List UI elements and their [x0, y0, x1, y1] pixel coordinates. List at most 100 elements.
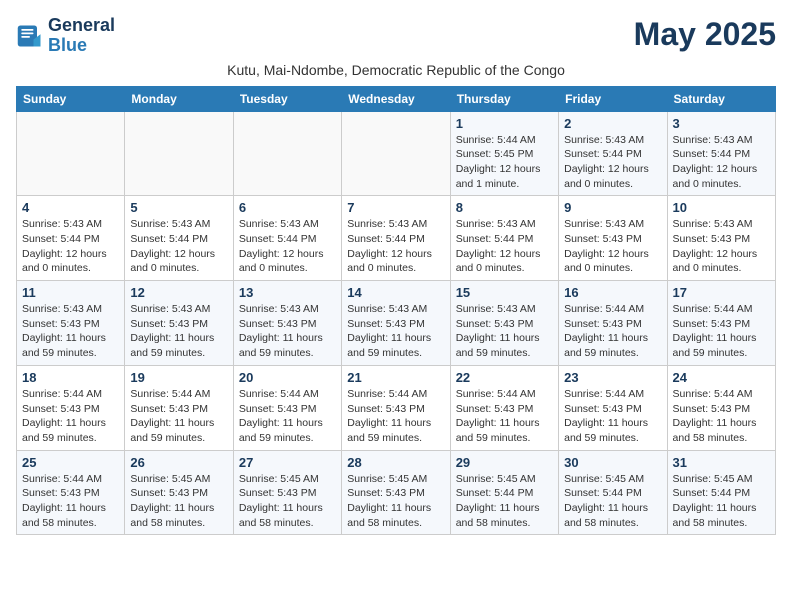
- logo-general: General: [48, 15, 115, 35]
- day-info: Sunrise: 5:44 AM Sunset: 5:43 PM Dayligh…: [564, 387, 661, 446]
- day-number: 12: [130, 285, 227, 300]
- day-info: Sunrise: 5:45 AM Sunset: 5:43 PM Dayligh…: [347, 472, 444, 531]
- calendar-cell: 14 Sunrise: 5:43 AM Sunset: 5:43 PM Dayli…: [342, 281, 450, 366]
- day-info: Sunrise: 5:45 AM Sunset: 5:44 PM Dayligh…: [456, 472, 553, 531]
- calendar-cell: 4 Sunrise: 5:43 AM Sunset: 5:44 PM Daylig…: [17, 196, 125, 281]
- day-number: 21: [347, 370, 444, 385]
- day-number: 3: [673, 116, 770, 131]
- day-info: Sunrise: 5:43 AM Sunset: 5:43 PM Dayligh…: [564, 217, 661, 276]
- calendar-week-4: 18Sunrise: 5:44 AM Sunset: 5:43 PM Dayli…: [17, 365, 776, 450]
- calendar-cell: 13 Sunrise: 5:43 AM Sunset: 5:43 PM Dayli…: [233, 281, 341, 366]
- logo: General Blue: [16, 16, 115, 56]
- calendar-cell: 7 Sunrise: 5:43 AM Sunset: 5:44 PM Daylig…: [342, 196, 450, 281]
- calendar-cell: 9 Sunrise: 5:43 AM Sunset: 5:43 PM Daylig…: [559, 196, 667, 281]
- calendar-cell: 17 Sunrise: 5:44 AM Sunset: 5:43 PM Dayli…: [667, 281, 775, 366]
- location-subtitle: Kutu, Mai-Ndombe, Democratic Republic of…: [16, 62, 776, 78]
- day-info: Sunrise: 5:44 AM Sunset: 5:43 PM Dayligh…: [564, 302, 661, 361]
- day-number: 24: [673, 370, 770, 385]
- day-number: 9: [564, 200, 661, 215]
- day-info: Sunrise: 5:44 AM Sunset: 5:45 PM Dayligh…: [456, 133, 553, 192]
- day-info: Sunrise: 5:43 AM Sunset: 5:44 PM Dayligh…: [239, 217, 336, 276]
- day-info: Sunrise: 5:44 AM Sunset: 5:43 PM Dayligh…: [673, 302, 770, 361]
- calendar-cell: 24 Sunrise: 5:44 AM Sunset: 5:43 PM Dayli…: [667, 365, 775, 450]
- calendar-cell: 20Sunrise: 5:44 AM Sunset: 5:43 PM Dayli…: [233, 365, 341, 450]
- calendar-cell: 31Sunrise: 5:45 AM Sunset: 5:44 PM Dayli…: [667, 450, 775, 535]
- month-title-section: May 2025: [634, 16, 776, 53]
- day-number: 13: [239, 285, 336, 300]
- day-info: Sunrise: 5:43 AM Sunset: 5:43 PM Dayligh…: [239, 302, 336, 361]
- day-number: 1: [456, 116, 553, 131]
- calendar-cell: 12 Sunrise: 5:43 AM Sunset: 5:43 PM Dayli…: [125, 281, 233, 366]
- day-info: Sunrise: 5:43 AM Sunset: 5:43 PM Dayligh…: [347, 302, 444, 361]
- day-number: 10: [673, 200, 770, 215]
- day-info: Sunrise: 5:43 AM Sunset: 5:44 PM Dayligh…: [22, 217, 119, 276]
- calendar-week-3: 11 Sunrise: 5:43 AM Sunset: 5:43 PM Dayli…: [17, 281, 776, 366]
- day-info: Sunrise: 5:43 AM Sunset: 5:43 PM Dayligh…: [673, 217, 770, 276]
- calendar-table: SundayMondayTuesdayWednesdayThursdayFrid…: [16, 86, 776, 536]
- day-info: Sunrise: 5:43 AM Sunset: 5:43 PM Dayligh…: [456, 302, 553, 361]
- calendar-cell: 10 Sunrise: 5:43 AM Sunset: 5:43 PM Dayli…: [667, 196, 775, 281]
- calendar-cell: 5Sunrise: 5:43 AM Sunset: 5:44 PM Daylig…: [125, 196, 233, 281]
- day-number: 2: [564, 116, 661, 131]
- day-info: Sunrise: 5:45 AM Sunset: 5:44 PM Dayligh…: [673, 472, 770, 531]
- weekday-header-row: SundayMondayTuesdayWednesdayThursdayFrid…: [17, 86, 776, 111]
- day-number: 29: [456, 455, 553, 470]
- weekday-header-monday: Monday: [125, 86, 233, 111]
- day-info: Sunrise: 5:44 AM Sunset: 5:43 PM Dayligh…: [456, 387, 553, 446]
- day-number: 17: [673, 285, 770, 300]
- day-number: 14: [347, 285, 444, 300]
- calendar-cell: 6 Sunrise: 5:43 AM Sunset: 5:44 PM Daylig…: [233, 196, 341, 281]
- day-info: Sunrise: 5:43 AM Sunset: 5:44 PM Dayligh…: [564, 133, 661, 192]
- day-number: 5: [130, 200, 227, 215]
- day-number: 19: [130, 370, 227, 385]
- day-info: Sunrise: 5:44 AM Sunset: 5:43 PM Dayligh…: [130, 387, 227, 446]
- weekday-header-thursday: Thursday: [450, 86, 558, 111]
- weekday-header-saturday: Saturday: [667, 86, 775, 111]
- weekday-header-friday: Friday: [559, 86, 667, 111]
- calendar-week-2: 4 Sunrise: 5:43 AM Sunset: 5:44 PM Daylig…: [17, 196, 776, 281]
- day-number: 16: [564, 285, 661, 300]
- calendar-cell: 16 Sunrise: 5:44 AM Sunset: 5:43 PM Dayli…: [559, 281, 667, 366]
- day-info: Sunrise: 5:45 AM Sunset: 5:44 PM Dayligh…: [564, 472, 661, 531]
- calendar-cell: 26Sunrise: 5:45 AM Sunset: 5:43 PM Dayli…: [125, 450, 233, 535]
- calendar-cell: 29 Sunrise: 5:45 AM Sunset: 5:44 PM Dayli…: [450, 450, 558, 535]
- day-number: 23: [564, 370, 661, 385]
- day-number: 26: [130, 455, 227, 470]
- logo-blue: Blue: [48, 35, 87, 55]
- calendar-cell: 1 Sunrise: 5:44 AM Sunset: 5:45 PM Daylig…: [450, 111, 558, 196]
- calendar-cell: 15 Sunrise: 5:43 AM Sunset: 5:43 PM Dayli…: [450, 281, 558, 366]
- month-year-title: May 2025: [634, 16, 776, 53]
- calendar-cell: 22 Sunrise: 5:44 AM Sunset: 5:43 PM Dayli…: [450, 365, 558, 450]
- day-info: Sunrise: 5:45 AM Sunset: 5:43 PM Dayligh…: [239, 472, 336, 531]
- day-info: Sunrise: 5:44 AM Sunset: 5:43 PM Dayligh…: [673, 387, 770, 446]
- day-number: 7: [347, 200, 444, 215]
- day-info: Sunrise: 5:43 AM Sunset: 5:43 PM Dayligh…: [130, 302, 227, 361]
- calendar-week-5: 25 Sunrise: 5:44 AM Sunset: 5:43 PM Dayli…: [17, 450, 776, 535]
- weekday-header-wednesday: Wednesday: [342, 86, 450, 111]
- day-info: Sunrise: 5:43 AM Sunset: 5:44 PM Dayligh…: [673, 133, 770, 192]
- day-number: 22: [456, 370, 553, 385]
- day-info: Sunrise: 5:44 AM Sunset: 5:43 PM Dayligh…: [22, 387, 119, 446]
- logo-icon: [16, 22, 44, 50]
- day-number: 8: [456, 200, 553, 215]
- day-number: 11: [22, 285, 119, 300]
- day-number: 25: [22, 455, 119, 470]
- day-number: 30: [564, 455, 661, 470]
- day-info: Sunrise: 5:43 AM Sunset: 5:43 PM Dayligh…: [22, 302, 119, 361]
- calendar-cell: 27 Sunrise: 5:45 AM Sunset: 5:43 PM Dayli…: [233, 450, 341, 535]
- day-info: Sunrise: 5:44 AM Sunset: 5:43 PM Dayligh…: [22, 472, 119, 531]
- calendar-week-1: 1 Sunrise: 5:44 AM Sunset: 5:45 PM Daylig…: [17, 111, 776, 196]
- day-number: 6: [239, 200, 336, 215]
- calendar-cell: 3 Sunrise: 5:43 AM Sunset: 5:44 PM Daylig…: [667, 111, 775, 196]
- calendar-cell: [342, 111, 450, 196]
- calendar-cell: 28Sunrise: 5:45 AM Sunset: 5:43 PM Dayli…: [342, 450, 450, 535]
- day-info: Sunrise: 5:43 AM Sunset: 5:44 PM Dayligh…: [347, 217, 444, 276]
- day-info: Sunrise: 5:44 AM Sunset: 5:43 PM Dayligh…: [239, 387, 336, 446]
- day-number: 15: [456, 285, 553, 300]
- day-info: Sunrise: 5:44 AM Sunset: 5:43 PM Dayligh…: [347, 387, 444, 446]
- day-number: 27: [239, 455, 336, 470]
- day-number: 4: [22, 200, 119, 215]
- calendar-cell: 8Sunrise: 5:43 AM Sunset: 5:44 PM Daylig…: [450, 196, 558, 281]
- calendar-cell: [125, 111, 233, 196]
- calendar-cell: 25 Sunrise: 5:44 AM Sunset: 5:43 PM Dayli…: [17, 450, 125, 535]
